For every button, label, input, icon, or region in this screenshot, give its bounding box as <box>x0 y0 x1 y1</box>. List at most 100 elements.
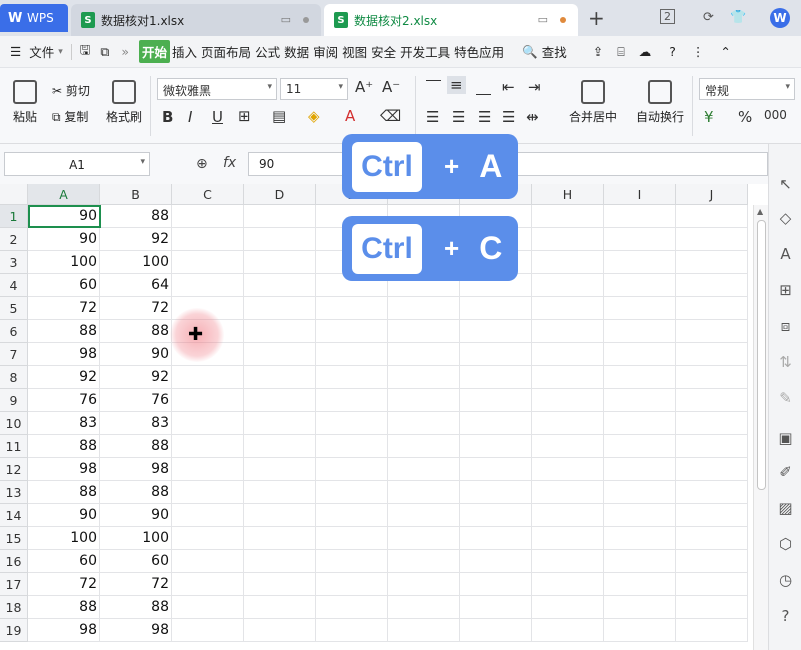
cell-h1[interactable] <box>532 205 604 228</box>
cell-c12[interactable] <box>172 458 244 481</box>
cell-i6[interactable] <box>604 320 676 343</box>
shield-icon[interactable]: ⬡ <box>777 536 794 553</box>
cell-b4[interactable]: 64 <box>100 274 172 297</box>
cell-a18[interactable]: 88 <box>28 596 100 619</box>
cell-j5[interactable] <box>676 297 748 320</box>
layout-icon[interactable]: ⧈ <box>777 318 794 335</box>
cell-h11[interactable] <box>532 435 604 458</box>
row-header[interactable]: 4 <box>0 274 28 297</box>
cell-h5[interactable] <box>532 297 604 320</box>
row-header[interactable]: 19 <box>0 619 28 642</box>
cell-a13[interactable]: 88 <box>28 481 100 504</box>
new-tab-button[interactable]: + <box>588 6 605 30</box>
wps-home-tab[interactable]: W WPS <box>0 4 68 32</box>
user-avatar[interactable]: W <box>770 8 790 28</box>
cell-a2[interactable]: 90 <box>28 228 100 251</box>
cell-b18[interactable]: 88 <box>100 596 172 619</box>
number-format-select[interactable]: 常规 <box>699 78 795 100</box>
cell-g5[interactable] <box>460 297 532 320</box>
cell-g8[interactable] <box>460 366 532 389</box>
note-icon[interactable]: ✐ <box>777 464 794 481</box>
history-icon[interactable]: ⧉ <box>98 44 111 60</box>
vertical-scrollbar[interactable]: ▲ <box>753 205 768 650</box>
cell-e15[interactable] <box>316 527 388 550</box>
row-header[interactable]: 14 <box>0 504 28 527</box>
cell-b6[interactable]: 88 <box>100 320 172 343</box>
cell-d8[interactable] <box>244 366 316 389</box>
hamburger-icon[interactable]: ☰ <box>8 44 23 59</box>
cell-i2[interactable] <box>604 228 676 251</box>
cell-a5[interactable]: 72 <box>28 297 100 320</box>
cell-f17[interactable] <box>388 573 460 596</box>
cell-b9[interactable]: 76 <box>100 389 172 412</box>
more-icon[interactable]: ⋮ <box>690 44 707 59</box>
cell-g15[interactable] <box>460 527 532 550</box>
cell-c10[interactable] <box>172 412 244 435</box>
cell-c8[interactable] <box>172 366 244 389</box>
cell-b19[interactable]: 98 <box>100 619 172 642</box>
cell-f18[interactable] <box>388 596 460 619</box>
paste-button[interactable]: 粘贴 <box>6 80 44 125</box>
indent-decrease-icon[interactable]: ⇤ <box>502 78 515 96</box>
cell-c2[interactable] <box>172 228 244 251</box>
cell-i17[interactable] <box>604 573 676 596</box>
cell-h7[interactable] <box>532 343 604 366</box>
cell-h18[interactable] <box>532 596 604 619</box>
cell-j19[interactable] <box>676 619 748 642</box>
fx-icon[interactable]: fx <box>223 155 236 171</box>
row-header[interactable]: 8 <box>0 366 28 389</box>
cell-i19[interactable] <box>604 619 676 642</box>
cell-h16[interactable] <box>532 550 604 573</box>
cell-e14[interactable] <box>316 504 388 527</box>
cell-b8[interactable]: 92 <box>100 366 172 389</box>
cell-f9[interactable] <box>388 389 460 412</box>
cell-a7[interactable]: 98 <box>28 343 100 366</box>
cell-b15[interactable]: 100 <box>100 527 172 550</box>
cell-g13[interactable] <box>460 481 532 504</box>
cell-h3[interactable] <box>532 251 604 274</box>
cell-g19[interactable] <box>460 619 532 642</box>
cell-c16[interactable] <box>172 550 244 573</box>
tab-special[interactable]: 特色应用 <box>452 42 506 61</box>
cell-j7[interactable] <box>676 343 748 366</box>
row-header[interactable]: 5 <box>0 297 28 320</box>
cell-f19[interactable] <box>388 619 460 642</box>
cell-e12[interactable] <box>316 458 388 481</box>
cell-d1[interactable] <box>244 205 316 228</box>
cell-c4[interactable] <box>172 274 244 297</box>
tab-home[interactable]: 开始 <box>139 40 171 63</box>
row-header[interactable]: 3 <box>0 251 28 274</box>
column-header-j[interactable]: J <box>676 184 748 205</box>
cell-j1[interactable] <box>676 205 748 228</box>
cell-d12[interactable] <box>244 458 316 481</box>
cell-h6[interactable] <box>532 320 604 343</box>
cursor-select-icon[interactable]: ↖ <box>777 176 794 193</box>
cell-h2[interactable] <box>532 228 604 251</box>
help-icon[interactable]: ? <box>777 608 794 625</box>
tab-workbook-1[interactable]: S 数据核对1.xlsx ▭ <box>71 4 321 36</box>
name-box[interactable]: A1 <box>4 152 150 176</box>
tag-icon[interactable]: ⌸ <box>615 44 627 60</box>
cell-b11[interactable]: 88 <box>100 435 172 458</box>
tab-workbook-2[interactable]: S 数据核对2.xlsx ▭ <box>324 4 578 36</box>
cell-i1[interactable] <box>604 205 676 228</box>
row-header[interactable]: 1 <box>0 205 28 228</box>
column-header-c[interactable]: C <box>172 184 244 205</box>
cell-h17[interactable] <box>532 573 604 596</box>
cell-b3[interactable]: 100 <box>100 251 172 274</box>
save-icon[interactable]: 🖫 <box>78 41 93 62</box>
cell-f16[interactable] <box>388 550 460 573</box>
justify-icon[interactable]: ☰ <box>502 108 515 126</box>
cell-d10[interactable] <box>244 412 316 435</box>
cell-j2[interactable] <box>676 228 748 251</box>
tab-page-layout[interactable]: 页面布局 <box>199 42 253 61</box>
cell-j12[interactable] <box>676 458 748 481</box>
cell-a14[interactable]: 90 <box>28 504 100 527</box>
border-icon[interactable]: ⊞ <box>238 107 251 125</box>
cell-j10[interactable] <box>676 412 748 435</box>
cell-c3[interactable] <box>172 251 244 274</box>
scrollbar-thumb[interactable] <box>757 220 766 490</box>
increase-font-icon[interactable]: A⁺ <box>355 78 373 96</box>
tab-review[interactable]: 审阅 <box>311 42 340 61</box>
row-header[interactable]: 10 <box>0 412 28 435</box>
